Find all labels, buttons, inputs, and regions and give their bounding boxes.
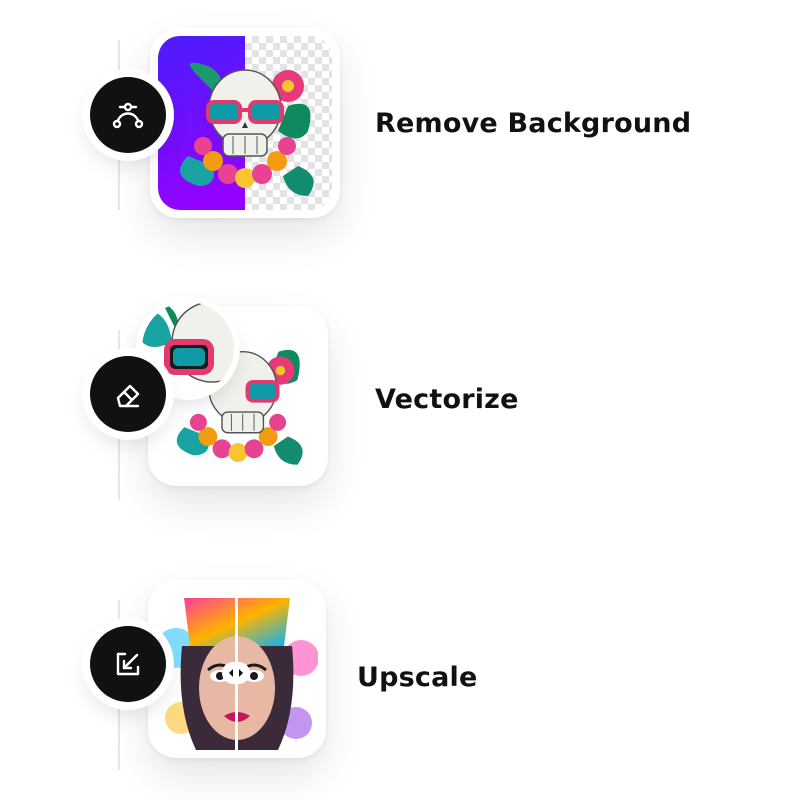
eraser-icon bbox=[90, 356, 166, 432]
feature-list: Remove Background Vectorize Upscale bbox=[0, 0, 800, 800]
bezier-path-icon bbox=[90, 77, 166, 153]
feature-item-vectorize[interactable]: Vectorize bbox=[0, 270, 800, 530]
feature-item-upscale[interactable]: Upscale bbox=[0, 540, 800, 800]
upscale-label: Upscale bbox=[357, 662, 478, 693]
skull-illustration bbox=[180, 62, 314, 196]
vectorize-label: Vectorize bbox=[375, 384, 519, 415]
remove-background-label: Remove Background bbox=[375, 108, 692, 139]
comparison-handle[interactable] bbox=[222, 662, 250, 684]
resize-arrow-icon bbox=[90, 626, 166, 702]
remove-background-thumbnail bbox=[150, 28, 340, 218]
upscale-thumbnail bbox=[148, 580, 326, 758]
feature-item-remove-background[interactable]: Remove Background bbox=[0, 0, 800, 260]
drag-arrows-icon bbox=[229, 669, 243, 677]
